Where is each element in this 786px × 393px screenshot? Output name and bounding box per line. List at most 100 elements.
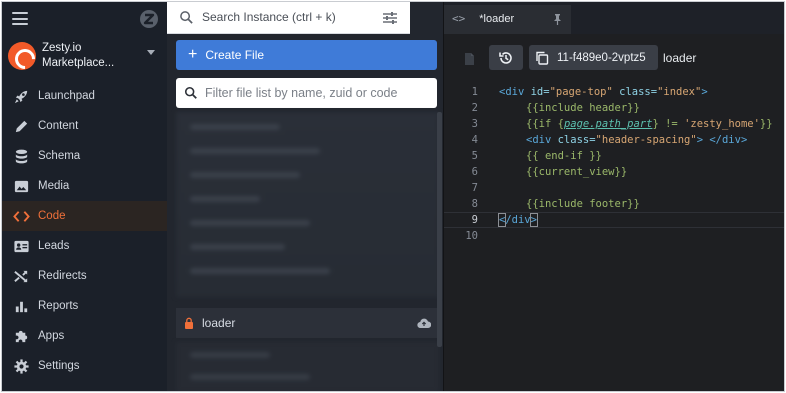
code-line: 8 {{include footer}} (444, 196, 784, 212)
nav-item-leads[interactable]: Leads (2, 231, 167, 261)
nav-item-label: Leads (38, 240, 70, 252)
nav-item-apps[interactable]: Apps (2, 321, 167, 351)
search-icon (180, 11, 193, 24)
filter-sliders-icon[interactable] (382, 10, 398, 26)
file-icon (465, 53, 474, 65)
history-button[interactable] (489, 45, 523, 70)
image-icon (12, 177, 30, 195)
code-text: {{include footer}} (526, 198, 640, 210)
file-list-blurred-bottom (176, 342, 439, 391)
nav-item-label: Content (38, 120, 79, 132)
line-number: 9 (471, 214, 478, 226)
code-area[interactable]: 1 <div id="page-top" class="index"> 2 {{… (444, 84, 784, 384)
file-list-panel: Search Instance (ctrl + k) + Create File… (167, 2, 443, 391)
code-line: 2 {{include header}} (444, 100, 784, 116)
file-list-scrollbar[interactable] (437, 112, 442, 347)
file-item-label: loader (202, 316, 236, 330)
cloud-upload-icon[interactable] (417, 317, 431, 329)
code-text: {{ end-if }} (526, 150, 602, 162)
code-line: 7 (444, 180, 784, 196)
plus-icon: + (188, 46, 198, 63)
bar-chart-icon (12, 297, 30, 315)
file-list-blurred (176, 112, 439, 297)
code-editor-panel: <> *loader 11-f489e0-2vptz5 loader 1 <di… (443, 2, 784, 391)
tab-loader[interactable]: <> *loader (444, 5, 571, 34)
line-number: 1 (471, 86, 478, 98)
nav-item-label: Schema (38, 150, 81, 162)
copy-zuid-button[interactable]: 11-f489e0-2vptz5 (529, 45, 658, 70)
nav-item-content[interactable]: Content (2, 111, 167, 141)
database-icon (12, 147, 30, 165)
caret-down-icon (147, 50, 155, 55)
code-line-current: 9 </div> (444, 212, 784, 228)
sidebar-header (2, 2, 167, 36)
history-icon (499, 51, 512, 64)
lock-icon (185, 317, 193, 329)
create-file-label: Create File (205, 48, 265, 62)
line-number: 6 (471, 166, 478, 178)
nav-item-label: Reports (38, 300, 79, 312)
code-line: 6 {{current_view}} (444, 164, 784, 180)
code-text: {{include header}} (526, 102, 640, 114)
line-number: 3 (471, 118, 478, 130)
nav-item-launchpad[interactable]: Launchpad (2, 81, 167, 111)
file-filter[interactable] (176, 78, 437, 108)
code-line: 10 (444, 228, 784, 244)
app-window: Zesty.io Marketplace... Launchpad Conten… (1, 1, 785, 392)
code-line: 4 <div class="header-spacing"> </div> (444, 132, 784, 148)
nav-item-label: Settings (38, 360, 80, 372)
file-filter-input[interactable] (205, 82, 435, 104)
code-icon (12, 207, 30, 225)
menu-icon[interactable] (12, 12, 28, 25)
line-number: 8 (471, 198, 478, 210)
code-text: <div id="page-top" class="index"> (499, 86, 708, 98)
nav-item-redirects[interactable]: Redirects (2, 261, 167, 291)
file-item-loader[interactable]: loader (176, 308, 439, 338)
line-number: 4 (471, 134, 478, 146)
nav-item-reports[interactable]: Reports (2, 291, 167, 321)
gear-icon (12, 357, 30, 375)
nav-item-label: Launchpad (38, 90, 95, 102)
line-number: 7 (471, 182, 478, 194)
nav-item-code[interactable]: Code (2, 201, 167, 231)
contact-card-icon (12, 237, 30, 255)
main-sidebar: Zesty.io Marketplace... Launchpad Conten… (2, 2, 167, 391)
nav-item-media[interactable]: Media (2, 171, 167, 201)
code-line: 3 {{if {page.path_part} != 'zesty_home'}… (444, 116, 784, 132)
puzzle-icon (12, 327, 30, 345)
line-number: 10 (465, 230, 478, 242)
instance-name-line2: Marketplace... (42, 57, 115, 69)
instance-switcher[interactable]: Zesty.io Marketplace... (8, 40, 163, 74)
code-text: </div> (497, 213, 539, 227)
editor-toolbar: 11-f489e0-2vptz5 loader (444, 34, 784, 80)
editor-tab-bar: <> *loader (444, 2, 784, 34)
nav-item-schema[interactable]: Schema (2, 141, 167, 171)
nav-item-label: Redirects (38, 270, 87, 282)
nav-item-label: Code (38, 210, 66, 222)
zuid-label: 11-f489e0-2vptz5 (557, 51, 646, 64)
code-text: <div class="header-spacing"> </div> (526, 134, 748, 146)
search-icon (184, 86, 197, 99)
code-line: 5 {{ end-if }} (444, 148, 784, 164)
zesty-logo-icon (140, 10, 158, 28)
instance-name-line1: Zesty.io (42, 42, 82, 54)
editor-file-title: loader (663, 51, 697, 65)
instance-search[interactable]: Search Instance (ctrl + k) (167, 2, 410, 34)
pencil-icon (12, 117, 30, 135)
nav-item-label: Media (38, 180, 70, 192)
line-number: 2 (471, 102, 478, 114)
instance-avatar (8, 42, 36, 70)
nav-item-settings[interactable]: Settings (2, 351, 167, 381)
code-text: {{if {page.path_part} != 'zesty_home'}} (526, 118, 773, 130)
copy-icon (536, 51, 549, 65)
code-icon: <> (452, 12, 466, 25)
code-text: {{current_view}} (526, 166, 628, 178)
rocket-icon (12, 87, 30, 105)
pin-icon[interactable] (552, 13, 563, 25)
shuffle-icon (12, 267, 30, 285)
tab-label: *loader (479, 12, 515, 25)
instance-name: Zesty.io Marketplace... (42, 41, 142, 71)
code-line: 1 <div id="page-top" class="index"> (444, 84, 784, 100)
create-file-button[interactable]: + Create File (176, 40, 437, 70)
nav-item-label: Apps (38, 330, 65, 342)
